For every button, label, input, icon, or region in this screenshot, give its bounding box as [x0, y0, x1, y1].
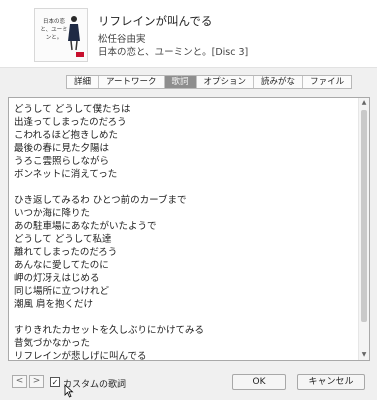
cancel-button[interactable]: キャンセル	[297, 374, 365, 390]
lyric-line: あんなに愛してたのに	[14, 260, 109, 271]
tab-reading[interactable]: 読みがな	[254, 76, 304, 88]
lyric-line: 出逢ってしまったのだろう	[14, 117, 127, 128]
tab-artwork[interactable]: アートワーク	[99, 76, 165, 88]
artwork-figure-icon	[68, 16, 80, 51]
lyrics-textarea[interactable]: どうして どうして僕たちは 出逢ってしまったのだろう こわれるほど抱きしめた 最後の春…	[8, 97, 370, 361]
lyric-line: どうして どうして僕たちは	[14, 104, 131, 115]
lyric-line: 岬の灯冴えはじめる	[14, 273, 100, 284]
tab-lyrics[interactable]: 歌詞	[164, 76, 197, 88]
scroll-down-icon[interactable]: ▼	[359, 350, 369, 360]
lyric-line: 潮風 肩を抱くだけ	[14, 299, 94, 310]
song-album: 日本の恋と、ユーミンと。[Disc 3]	[98, 47, 249, 58]
tab-file[interactable]: ファイル	[303, 76, 351, 88]
lyric-line: あの駐車場にあなたがいたようで	[14, 221, 157, 232]
tab-details[interactable]: 詳細	[67, 76, 100, 88]
lyric-line: ひき返してみるわ ひとつ前のカーブまで	[14, 195, 187, 206]
album-artwork: 日本の恋と、ユーミンと。	[34, 8, 88, 62]
custom-lyrics-checkbox[interactable]: ✓	[50, 377, 60, 387]
scroll-up-icon[interactable]: ▲	[359, 98, 369, 108]
next-button[interactable]: >	[29, 375, 44, 388]
artwork-text: 日本の恋と、ユーミンと。	[40, 19, 68, 41]
lyric-line: 同じ場所に立つけれど	[14, 286, 110, 297]
mouse-cursor-icon	[64, 384, 74, 398]
ok-button[interactable]: OK	[232, 374, 286, 390]
song-header: 日本の恋と、ユーミンと。 リフレインが叫んでる 松任谷由実 日本の恋と、ユーミン…	[0, 0, 377, 68]
lyric-line: いつか海に降りた	[14, 208, 91, 219]
song-artist: 松任谷由実	[98, 34, 146, 45]
tab-bar: 詳細 アートワーク 歌詞 オプション 読みがな ファイル	[66, 75, 353, 89]
lyrics-scrollbar[interactable]: ▲ ▼	[358, 98, 369, 360]
scroll-thumb[interactable]	[361, 110, 367, 322]
lyric-line: こわれるほど抱きしめた	[14, 130, 119, 141]
lyric-line	[14, 311, 354, 324]
lyrics-info-window: 日本の恋と、ユーミンと。 リフレインが叫んでる 松任谷由実 日本の恋と、ユーミン…	[0, 0, 377, 400]
lyric-line: リフレインが悲しげに叫んでる	[14, 351, 147, 361]
lyric-line: 昔気づかなかった	[14, 338, 91, 349]
lyric-line: 離れてしまったのだろう	[14, 247, 118, 258]
lyric-line: うろこ雲照らしながら	[14, 156, 110, 167]
lyrics-text: どうして どうして僕たちは 出逢ってしまったのだろう こわれるほど抱きしめた 最後の春…	[14, 103, 354, 361]
tab-options[interactable]: オプション	[197, 76, 255, 88]
lyric-line: どうして どうして私達	[14, 234, 112, 245]
song-title: リフレインが叫んでる	[98, 14, 213, 28]
previous-button[interactable]: <	[12, 375, 27, 388]
lyric-line: 最後の春に見た夕陽は	[14, 143, 110, 154]
lyric-line: ボンネットに消えてった	[14, 169, 118, 180]
lyric-line	[14, 181, 354, 194]
artwork-stamp	[76, 52, 84, 57]
lyric-line: すりきれたカセットを久しぶりにかけてみる	[14, 325, 205, 336]
